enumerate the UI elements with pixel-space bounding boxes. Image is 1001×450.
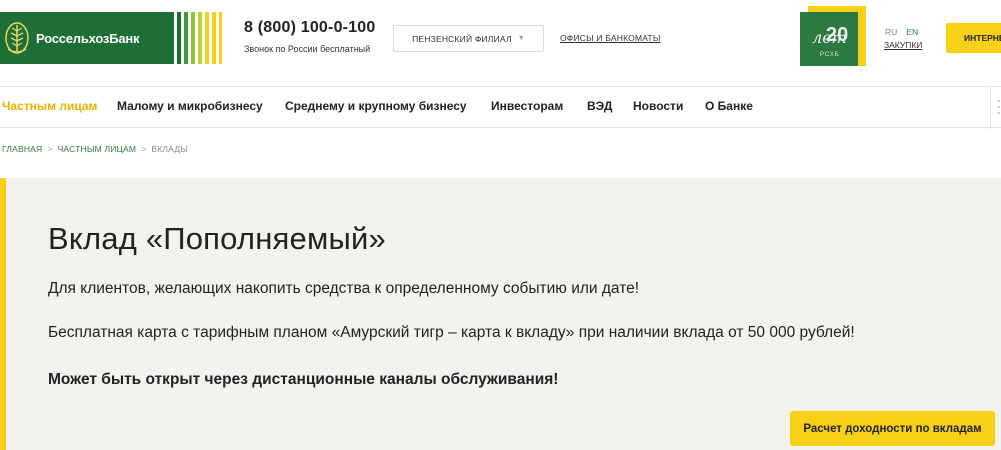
site-header: РоссельхозБанк 8 (800) 100-0-100 Звонок … (0, 0, 1001, 86)
nav-item-corporate[interactable]: Среднему и крупному бизнесу (285, 99, 467, 113)
nav-divider (990, 87, 991, 129)
phone-note: Звонок по России бесплатный (244, 44, 371, 54)
phone-block: 8 (800) 100-0-100 Звонок по России беспл… (244, 19, 376, 54)
breadcrumb-separator: > (141, 144, 147, 154)
more-menu-icon[interactable]: · · · (997, 96, 1001, 119)
nav-item-about[interactable]: О Банке (705, 99, 753, 113)
lang-ru[interactable]: RU (885, 27, 897, 37)
nav-item-investors[interactable]: Инвесторам (491, 99, 563, 113)
phone-number[interactable]: 8 (800) 100-0-100 (244, 19, 376, 37)
lang-en[interactable]: EN (906, 27, 918, 37)
page-title: Вклад «Пополняемый» (48, 221, 386, 256)
deposit-hero: Вклад «Пополняемый» Для клиентов, желающ… (0, 178, 1001, 450)
bank-logo[interactable]: РоссельхозБанк (0, 12, 170, 64)
nav-item-small-business[interactable]: Малому и микробизнесу (117, 99, 263, 113)
nav-item-news[interactable]: Новости (633, 99, 683, 113)
breadcrumb-current: ВКЛАДЫ (151, 144, 189, 154)
hero-accent-bar (0, 178, 6, 450)
chevron-down-icon: ▼ (517, 35, 525, 42)
nav-item-ved[interactable]: ВЭД (587, 99, 612, 113)
deposit-calculator-button[interactable]: Расчет доходности по вкладам (790, 411, 995, 446)
badge-sub: РСХБ (820, 52, 840, 58)
breadcrumb: ГЛАВНАЯ > ЧАСТНЫМ ЛИЦАМ > ВКЛАДЫ (2, 144, 188, 154)
badge-green-block: лет 20 РСХБ (800, 12, 858, 66)
zakupki-link[interactable]: ЗАКУПКИ (884, 40, 922, 50)
language-switcher: RU EN (885, 27, 918, 37)
hero-card-offer: Бесплатная карта с тарифным планом «Амур… (48, 324, 855, 341)
internet-bank-button[interactable]: ИНТЕРНЕТ-БАНК (946, 23, 1001, 53)
main-nav: Частным лицам Малому и микробизнесу Сред… (0, 86, 1001, 129)
wheat-emblem-icon (2, 19, 32, 57)
breadcrumb-individuals[interactable]: ЧАСТНЫМ ЛИЦАМ (58, 144, 137, 154)
anniversary-badge[interactable]: лет 20 РСХБ (800, 6, 866, 66)
breadcrumb-home[interactable]: ГЛАВНАЯ (2, 144, 42, 154)
branch-select[interactable]: ПЕНЗЕНСКИЙ ФИЛИАЛ ▼ (393, 25, 544, 52)
offices-link[interactable]: ОФИСЫ И БАНКОМАТЫ (560, 33, 661, 43)
logo-text: РоссельхозБанк (36, 30, 140, 46)
nav-item-individuals[interactable]: Частным лицам (2, 99, 97, 113)
branch-select-label: ПЕНЗЕНСКИЙ ФИЛИАЛ (412, 33, 512, 44)
hero-description: Для клиентов, желающих накопить средства… (48, 280, 640, 297)
hero-remote-note: Может быть открыт через дистанционные ка… (48, 371, 559, 388)
brand-stripes (170, 12, 222, 64)
breadcrumb-separator: > (47, 144, 53, 154)
badge-number: 20 (826, 24, 849, 46)
